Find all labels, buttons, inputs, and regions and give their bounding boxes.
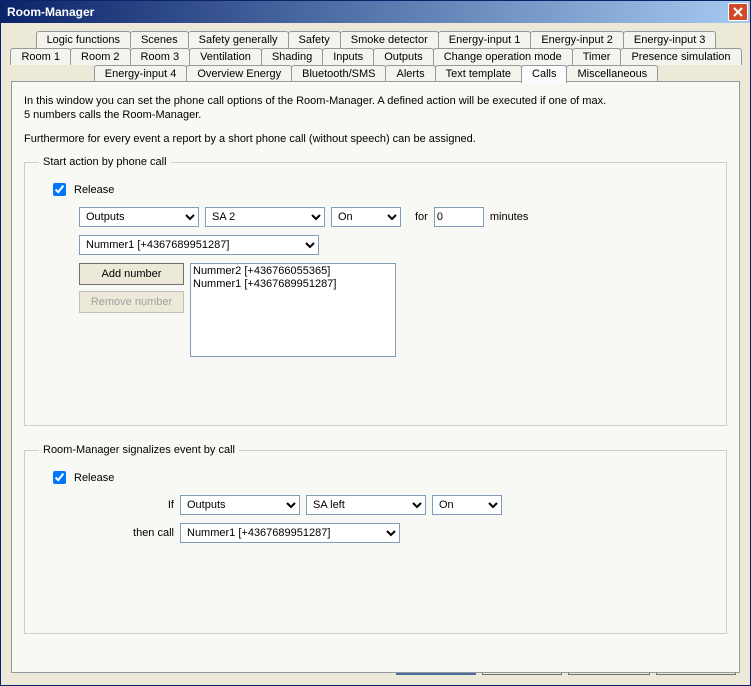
window-title: Room-Manager [7, 5, 94, 19]
release-1-label[interactable]: Release [49, 180, 712, 199]
tab-energy-input-3[interactable]: Energy-input 3 [623, 31, 717, 48]
tab-presence-simulation[interactable]: Presence simulation [620, 48, 741, 65]
description: In this window you can set the phone cal… [24, 94, 727, 122]
outputs-select-2[interactable]: Outputs [180, 495, 300, 515]
on-select-1[interactable]: On [331, 207, 401, 227]
tab-safety[interactable]: Safety [288, 31, 341, 48]
thencall-row: then call Nummer1 [+4367689951287] [119, 523, 712, 543]
outputs-select-1[interactable]: Outputs [79, 207, 199, 227]
tab-text-template[interactable]: Text template [435, 65, 522, 82]
tab-room-1[interactable]: Room 1 [10, 48, 71, 65]
release-2-checkbox[interactable] [53, 471, 66, 484]
number-select-2[interactable]: Nummer1 [+4367689951287] [180, 523, 400, 543]
group-start-action-legend: Start action by phone call [39, 156, 171, 168]
thencall-label: then call [119, 527, 174, 539]
tab-room-3[interactable]: Room 3 [130, 48, 191, 65]
duration-input[interactable] [434, 207, 484, 227]
tab-inputs[interactable]: Inputs [322, 48, 374, 65]
tab-change-operation-mode[interactable]: Change operation mode [433, 48, 573, 65]
tab-shading[interactable]: Shading [261, 48, 323, 65]
tab-miscellaneous[interactable]: Miscellaneous [566, 65, 658, 82]
desc-line2: 5 numbers calls the Room-Manager. [24, 108, 727, 122]
tab-panel-calls: In this window you can set the phone cal… [11, 81, 740, 673]
window: Room-Manager Logic functionsScenesSafety… [0, 0, 751, 686]
tab-bluetooth-sms[interactable]: Bluetooth/SMS [291, 65, 386, 82]
tab-energy-input-1[interactable]: Energy-input 1 [438, 31, 532, 48]
release-1-text: Release [74, 184, 114, 196]
tab-energy-input-4[interactable]: Energy-input 4 [94, 65, 188, 82]
tab-scenes[interactable]: Scenes [130, 31, 189, 48]
tab-calls[interactable]: Calls [521, 65, 567, 83]
group-signalize: Room-Manager signalizes event by call Re… [24, 444, 727, 634]
minutes-label: minutes [490, 211, 529, 223]
sa2-select[interactable]: SA 2 [205, 207, 325, 227]
if-row: If Outputs SA left On [119, 495, 712, 515]
action-row: Outputs SA 2 On for minutes [79, 207, 712, 227]
number-listbox[interactable]: Nummer2 [+436766055365]Nummer1 [+4367689… [190, 263, 396, 357]
tab-outputs[interactable]: Outputs [373, 48, 434, 65]
tab-ventilation[interactable]: Ventilation [189, 48, 262, 65]
group-start-action: Start action by phone call Release Outpu… [24, 156, 727, 426]
group-signalize-legend: Room-Manager signalizes event by call [39, 444, 239, 456]
add-number-button[interactable]: Add number [79, 263, 184, 285]
list-item[interactable]: Nummer1 [+4367689951287] [193, 278, 393, 291]
list-item[interactable]: Nummer2 [+436766055365] [193, 265, 393, 278]
desc-line3: Furthermore for every event a report by … [24, 132, 727, 146]
list-controls-row: Add number Remove number Nummer2 [+43676… [79, 263, 712, 357]
number-select-1[interactable]: Nummer1 [+4367689951287] [79, 235, 319, 255]
tab-strip: Logic functionsScenesSafety generallySaf… [11, 31, 740, 82]
on-select-2[interactable]: On [432, 495, 502, 515]
close-icon [733, 7, 743, 17]
saleft-select[interactable]: SA left [306, 495, 426, 515]
tab-room-2[interactable]: Room 2 [70, 48, 131, 65]
release-2-label[interactable]: Release [49, 468, 712, 487]
release-2-text: Release [74, 472, 114, 484]
titlebar: Room-Manager [1, 1, 750, 23]
if-label: If [119, 499, 174, 511]
tab-safety-generally[interactable]: Safety generally [188, 31, 289, 48]
desc-line1: In this window you can set the phone cal… [24, 94, 727, 108]
tab-logic-functions[interactable]: Logic functions [36, 31, 131, 48]
for-label: for [415, 211, 428, 223]
tab-smoke-detector[interactable]: Smoke detector [340, 31, 439, 48]
tab-timer[interactable]: Timer [572, 48, 622, 65]
tab-overview-energy[interactable]: Overview Energy [186, 65, 292, 82]
tab-energy-input-2[interactable]: Energy-input 2 [530, 31, 624, 48]
release-1-checkbox[interactable] [53, 183, 66, 196]
number-select-row: Nummer1 [+4367689951287] [79, 235, 712, 255]
close-button[interactable] [728, 3, 748, 21]
client-area: Logic functionsScenesSafety generallySaf… [1, 23, 750, 685]
remove-number-button: Remove number [79, 291, 184, 313]
tab-alerts[interactable]: Alerts [385, 65, 435, 82]
